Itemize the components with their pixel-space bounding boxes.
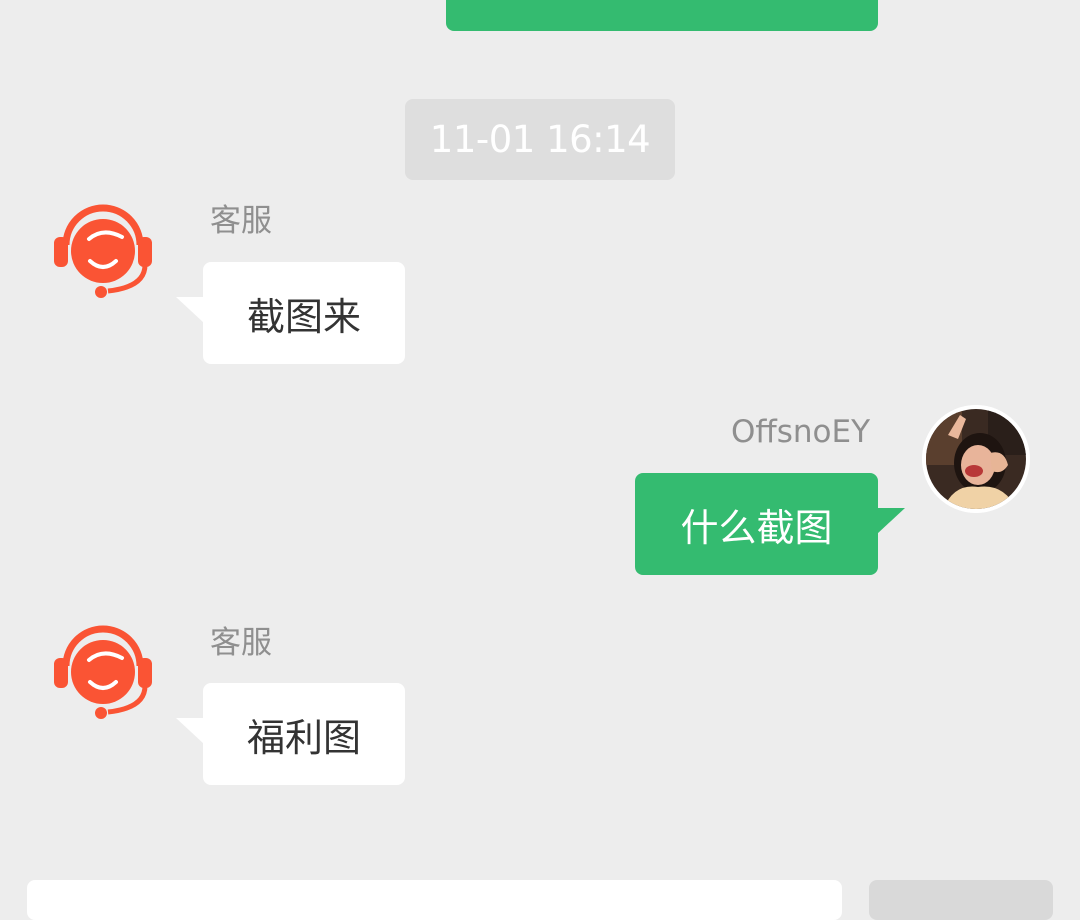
bubble-tail [877, 508, 905, 534]
message-input[interactable] [27, 880, 842, 920]
timestamp: 11-01 16:14 [405, 99, 675, 180]
previous-message-bubble[interactable] [446, 0, 878, 31]
bubble-tail [176, 718, 204, 744]
sender-name: OffsnoEY [730, 414, 870, 450]
customer-service-avatar-icon[interactable] [52, 199, 154, 301]
sender-name: 客服 [210, 203, 272, 239]
sender-name: 客服 [210, 625, 272, 661]
message-bubble[interactable]: 什么截图 [635, 473, 878, 575]
customer-service-avatar-icon[interactable] [52, 620, 154, 722]
message-bubble[interactable]: 截图来 [203, 262, 405, 364]
message-bubble[interactable]: 福利图 [203, 683, 405, 785]
bubble-tail [176, 297, 204, 323]
user-avatar[interactable] [922, 405, 1030, 513]
send-button[interactable] [869, 880, 1053, 920]
